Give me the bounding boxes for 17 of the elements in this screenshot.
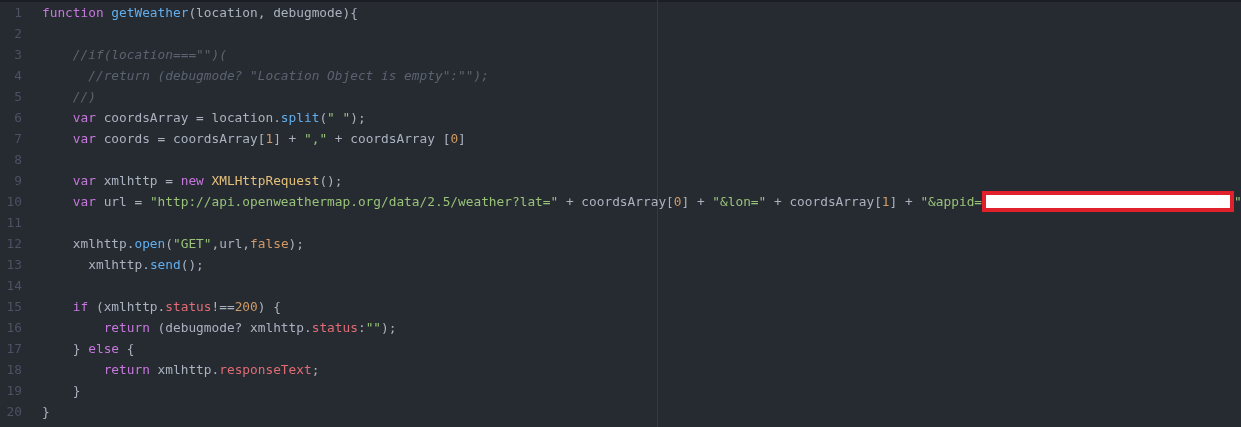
code-line: var url = "http://api.openweathermap.org/data/2.5/weather?lat=" + coordsArray[0] + "&lon=" + coordsArray[1] + "&appid= [71,193,983,210]
code-line: xmlhttp.send(); [87,256,204,273]
code-line: } [71,382,81,399]
code-line: var coords = coordsArray[1] + "," + coordsArray [0] [71,130,466,147]
code-line: } else { [71,340,135,357]
code-line: //return (debugmode? "Location Object is empty":""); [87,67,489,84]
code-line: xmlhttp.open("GET",url,false); [71,235,304,252]
code-line: return xmlhttp.responseText; [102,361,320,378]
code-line: //if(location==="")( [71,46,227,63]
code-line: var coordsArray = location.split(" "); [71,109,366,126]
code-line: function getWeather(location, debugmode){ [42,4,358,21]
code-line: if (xmlhttp.status!==200) { [71,298,281,315]
code-line: } [42,403,50,420]
code-line: return (debugmode? xmlhttp.status:""); [102,319,397,336]
code-line: var xmlhttp = new XMLHttpRequest(); [71,172,343,189]
code-text: " [1234,193,1241,210]
code-line: //) [71,88,96,105]
